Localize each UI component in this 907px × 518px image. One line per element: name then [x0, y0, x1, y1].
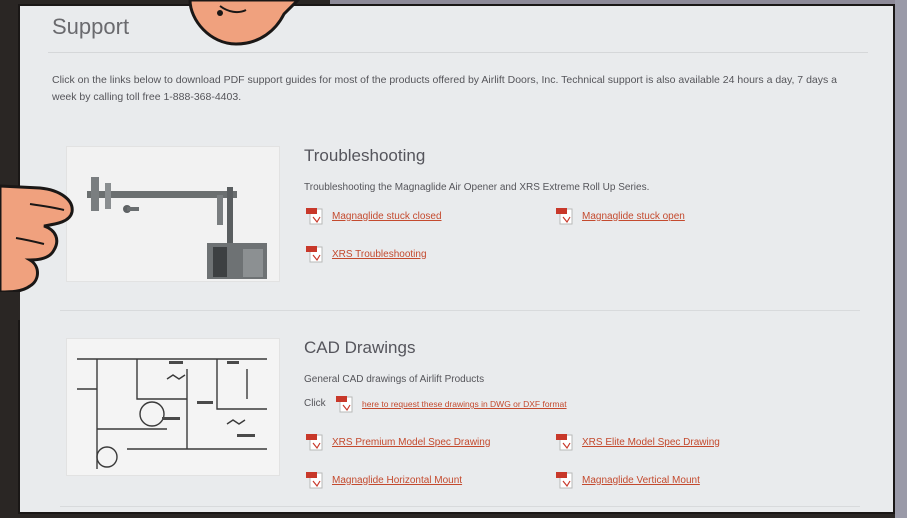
troubleshooting-title: Troubleshooting: [304, 146, 426, 165]
link-label: XRS Elite Model Spec Drawing: [582, 436, 720, 448]
cartoon-hand-left-icon: [0, 184, 74, 320]
cad-drawings-thumbnail: [66, 338, 280, 476]
pdf-document-icon: [306, 472, 323, 489]
background-frame-right: [895, 0, 907, 518]
page-title: Support: [52, 14, 130, 39]
link-xrs-premium-spec[interactable]: XRS Premium Model Spec Drawing: [306, 432, 490, 452]
pdf-document-icon: [336, 396, 353, 413]
pdf-document-icon: [306, 246, 323, 263]
link-label: here to request these drawings in DWG or…: [362, 399, 567, 409]
cartoon-hand-top-icon: [188, 0, 301, 46]
link-xrs-troubleshooting[interactable]: XRS Troubleshooting: [306, 244, 427, 264]
click-prefix-text: Click: [304, 398, 326, 409]
link-magnaglide-vertical[interactable]: Magnaglide Vertical Mount: [556, 470, 700, 490]
pdf-document-icon: [556, 208, 573, 225]
link-label: Magnaglide stuck open: [582, 210, 685, 222]
section-divider: [60, 310, 860, 311]
link-label: XRS Premium Model Spec Drawing: [332, 436, 491, 448]
cad-drawings-title: CAD Drawings: [304, 338, 416, 357]
link-magnaglide-horizontal[interactable]: Magnaglide Horizontal Mount: [306, 470, 462, 490]
cad-drawings-description: General CAD drawings of Airlift Products: [304, 374, 485, 385]
troubleshooting-description: Troubleshooting the Magnaglide Air Opene…: [304, 182, 650, 193]
pdf-document-icon: [556, 472, 573, 489]
link-request-drawings[interactable]: here to request these drawings in DWG or…: [336, 394, 567, 414]
link-magnaglide-stuck-closed[interactable]: Magnaglide stuck closed: [306, 206, 442, 226]
link-xrs-elite-spec[interactable]: XRS Elite Model Spec Drawing: [556, 432, 720, 452]
link-label: Magnaglide stuck closed: [332, 210, 442, 222]
pdf-document-icon: [306, 434, 323, 451]
troubleshooting-thumbnail: [66, 146, 280, 282]
pdf-document-icon: [556, 434, 573, 451]
link-label: Magnaglide Vertical Mount: [582, 474, 700, 486]
bottom-divider: [60, 506, 860, 507]
link-label: XRS Troubleshooting: [332, 248, 427, 260]
link-magnaglide-stuck-open[interactable]: Magnaglide stuck open: [556, 206, 685, 226]
pdf-document-icon: [306, 208, 323, 225]
link-label: Magnaglide Horizontal Mount: [332, 474, 463, 486]
intro-text: Click on the links below to download PDF…: [52, 74, 838, 103]
title-divider: [48, 52, 868, 53]
